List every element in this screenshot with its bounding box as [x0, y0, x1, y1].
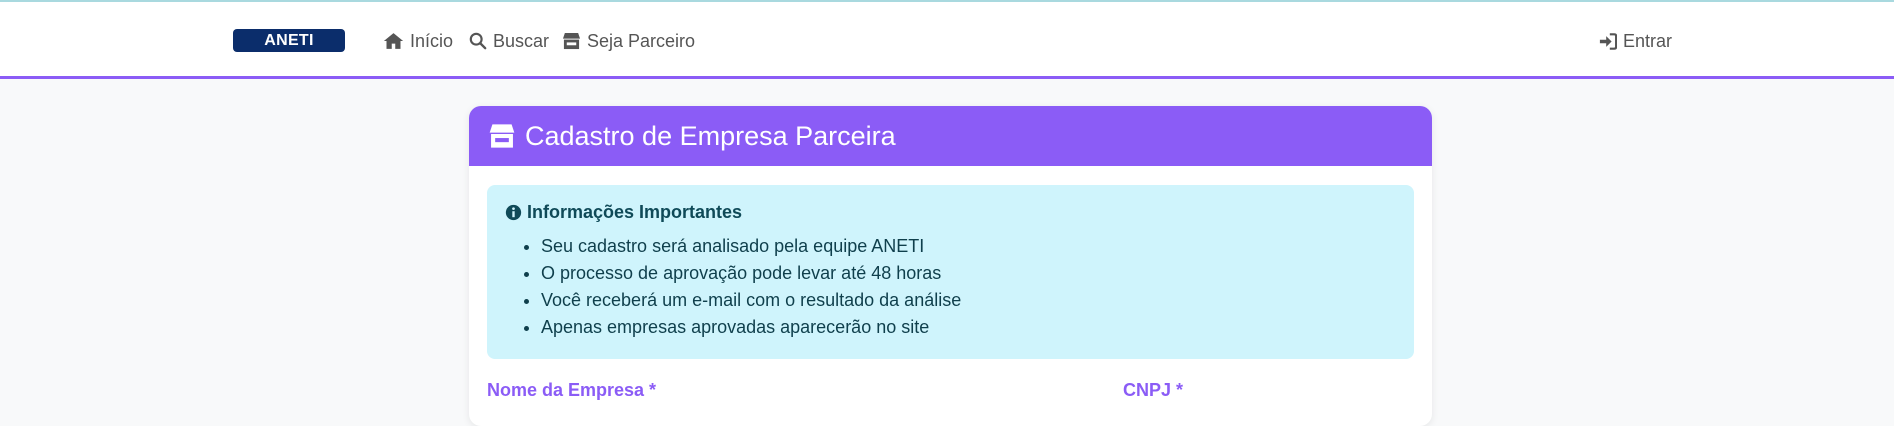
list-item: Apenas empresas aprovadas aparecerão no …: [541, 314, 1396, 341]
partner-registration-card: Cadastro de Empresa Parceira Informações…: [469, 106, 1432, 426]
list-item: Seu cadastro será analisado pela equipe …: [541, 233, 1396, 260]
nav-item-label: Buscar: [493, 30, 550, 51]
company-name-label: Nome da Empresa *: [487, 380, 657, 400]
cnpj-label: CNPJ *: [1123, 380, 1184, 400]
search-icon: [469, 32, 487, 50]
info-circle-icon: [505, 204, 522, 221]
alert-list: Seu cadastro será analisado pela equipe …: [505, 233, 1396, 341]
alert-title: Informações Importantes: [527, 202, 743, 222]
login-link[interactable]: Entrar: [1599, 28, 1672, 54]
list-item: Você receberá um e-mail com o resultado …: [541, 287, 1396, 314]
alert-title-row: Informações Importantes: [505, 202, 1396, 223]
store-icon: [562, 32, 581, 50]
card-title: Cadastro de Empresa Parceira: [525, 120, 896, 151]
info-alert: Informações Importantes Seu cadastro ser…: [487, 185, 1414, 359]
store-icon: [489, 124, 515, 148]
nav-item-seja-parceiro[interactable]: Seja Parceiro: [562, 28, 695, 54]
sign-in-icon: [1599, 32, 1617, 50]
card-header: Cadastro de Empresa Parceira: [469, 106, 1432, 166]
brand-logo[interactable]: ANETI: [233, 29, 345, 52]
top-navbar: ANETI Início Buscar Seja Parceiro Entrar: [0, 2, 1894, 79]
list-item: O processo de aprovação pode levar até 4…: [541, 260, 1396, 287]
nav-item-label: Início: [410, 30, 454, 51]
login-label: Entrar: [1623, 30, 1673, 51]
home-icon: [383, 33, 404, 49]
nav-item-buscar[interactable]: Buscar: [469, 28, 549, 54]
nav-item-inicio[interactable]: Início: [383, 28, 453, 54]
nav-item-label: Seja Parceiro: [587, 30, 696, 51]
